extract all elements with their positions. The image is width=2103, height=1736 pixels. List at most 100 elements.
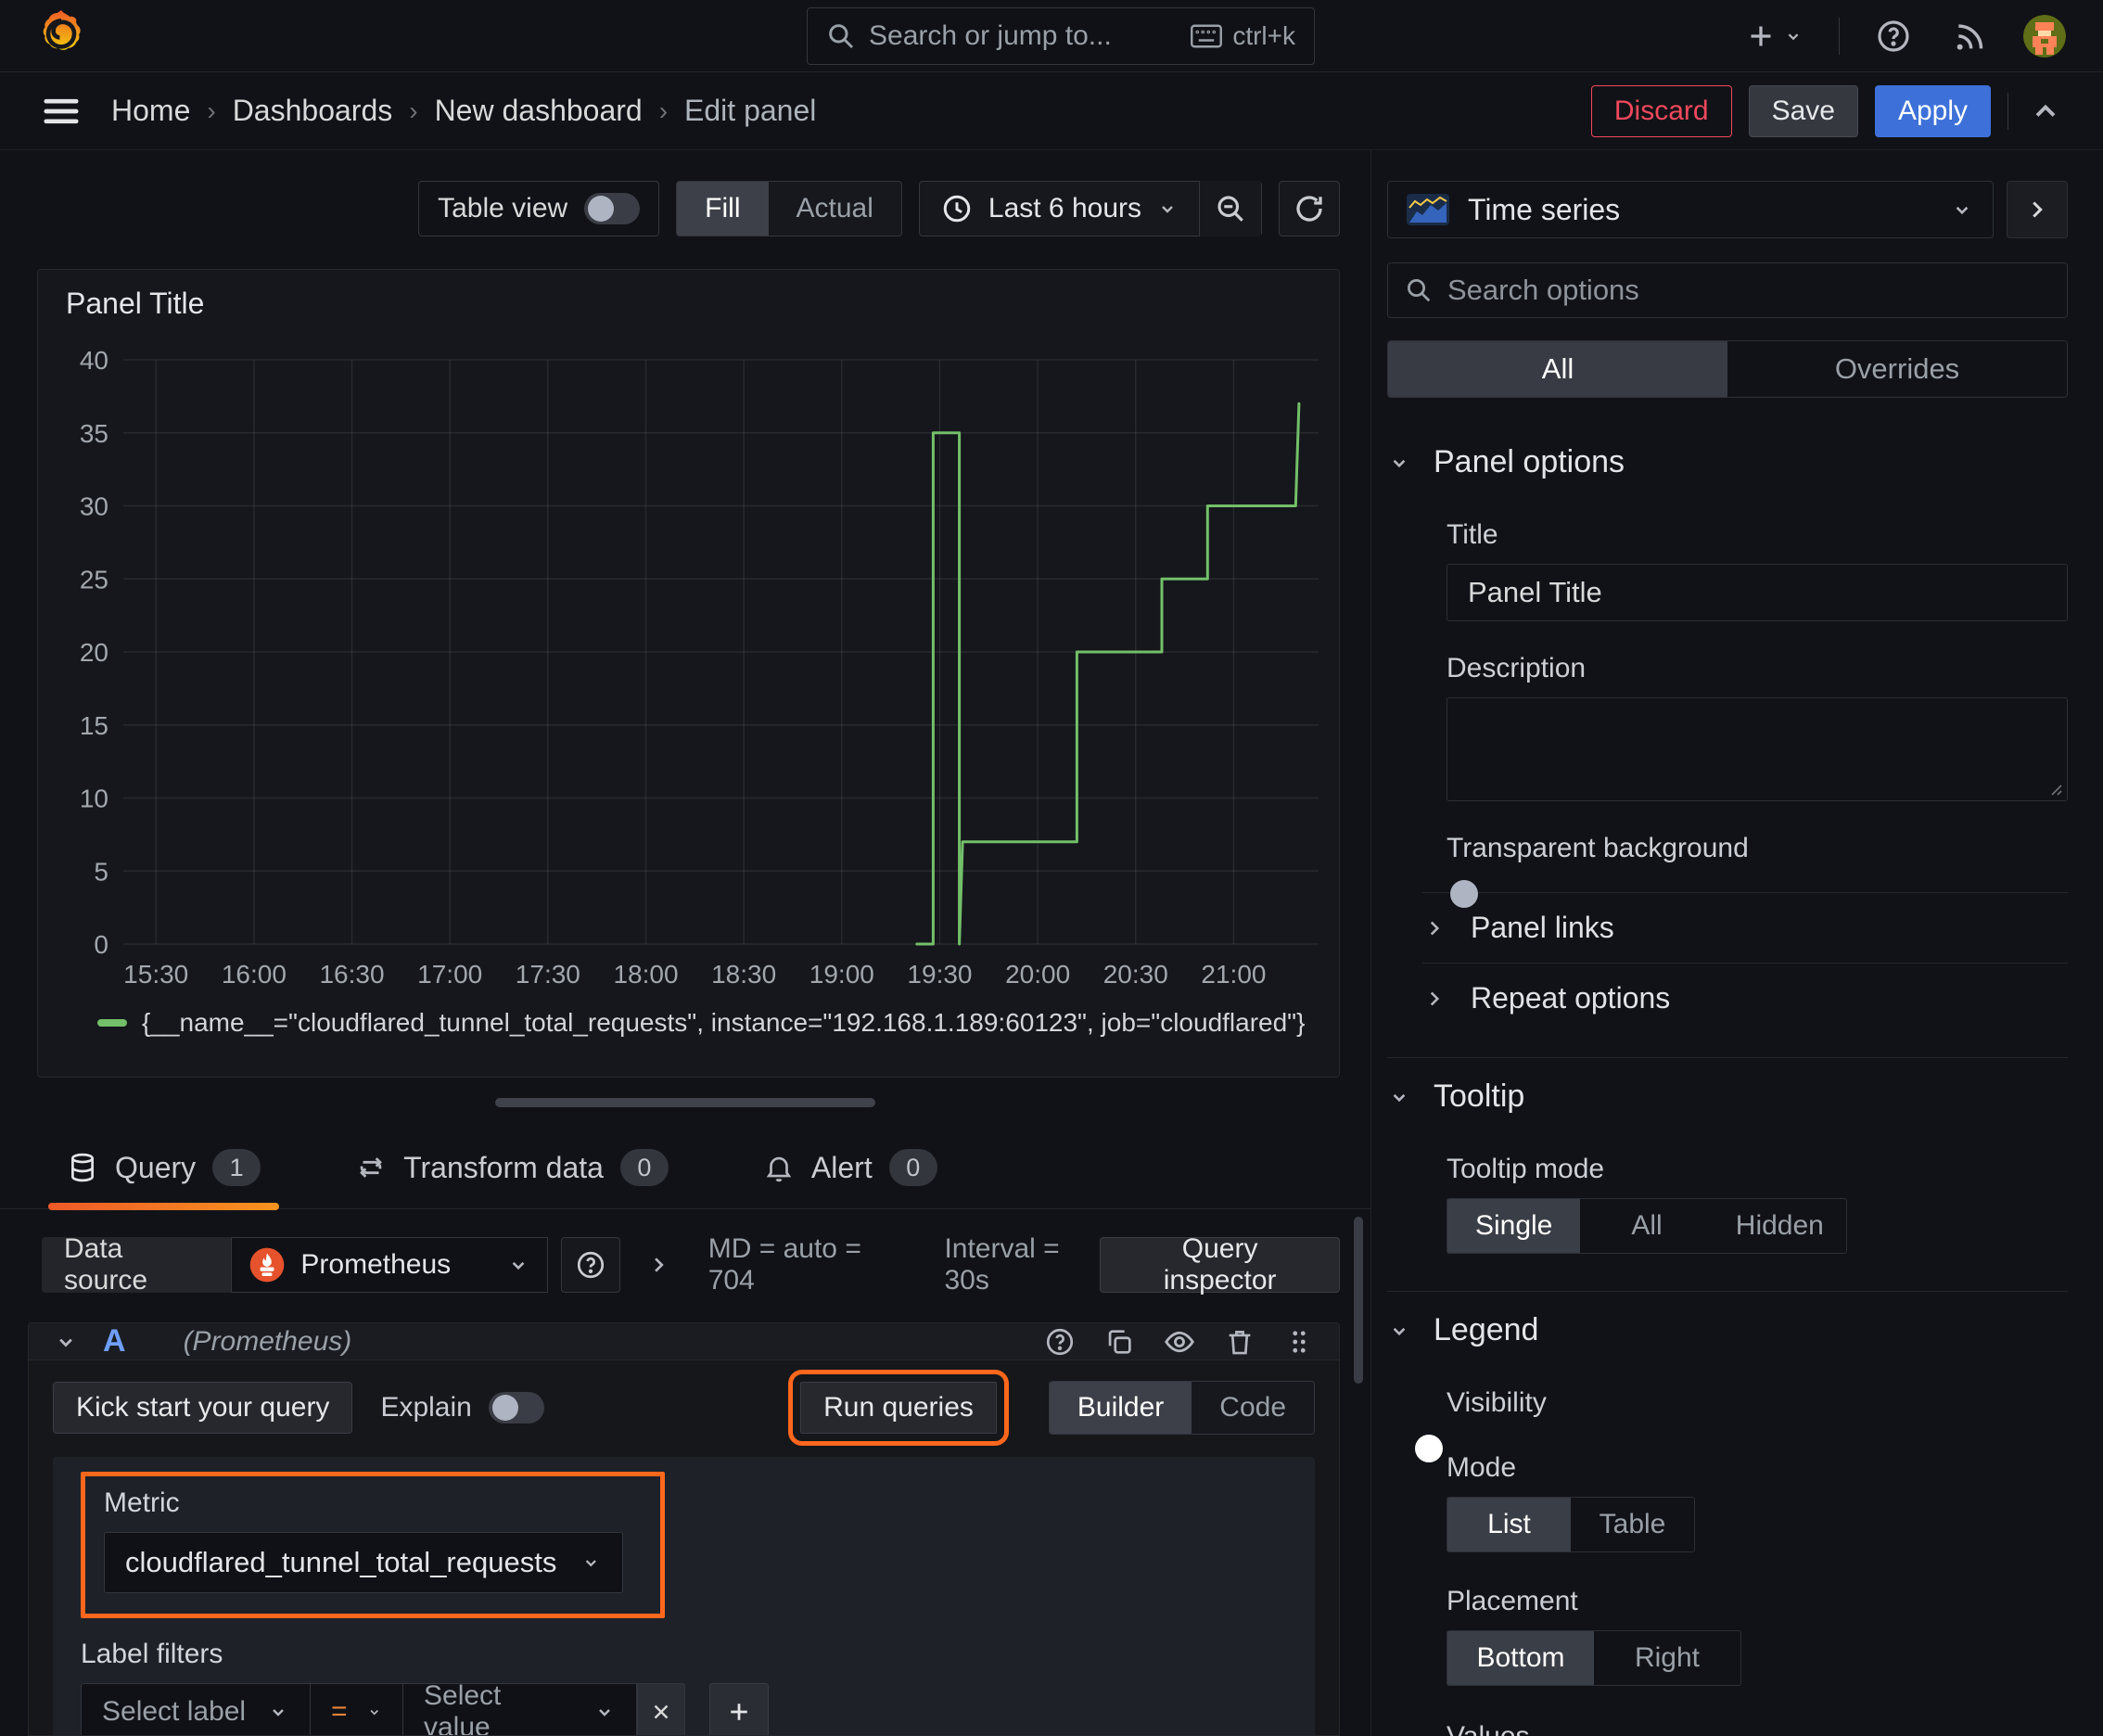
select-value-dropdown[interactable]: Select value: [403, 1680, 637, 1735]
tab-overrides[interactable]: Overrides: [1727, 341, 2067, 397]
query-inspector-button[interactable]: Query inspector: [1100, 1233, 1340, 1296]
datasource-picker[interactable]: Prometheus: [231, 1237, 548, 1293]
hide-query-button[interactable]: [1163, 1325, 1196, 1359]
svg-text:20: 20: [80, 638, 108, 667]
transform-count-badge: 0: [619, 1149, 669, 1186]
datasource-help-button[interactable]: [560, 1237, 620, 1293]
search-icon: [1408, 279, 1431, 302]
query-count-badge: 1: [212, 1149, 261, 1186]
drag-query-handle[interactable]: [1283, 1326, 1315, 1358]
builder-code-switch: Builder Code: [1048, 1381, 1315, 1435]
transparent-bg-label: Transparent background: [1447, 833, 1749, 863]
svg-text:19:00: 19:00: [809, 960, 874, 989]
table-view-label: Table view: [438, 193, 568, 223]
select-label-dropdown[interactable]: Select label: [81, 1683, 311, 1735]
collapse-options-button[interactable]: [2007, 181, 2068, 238]
new-dropdown-button[interactable]: [1740, 16, 1807, 57]
datasource-row: Data source Prometheus MD = auto = 704 I…: [42, 1233, 1340, 1296]
left-scrollbar-thumb[interactable]: [1354, 1217, 1363, 1384]
apply-button[interactable]: Apply: [1874, 84, 1991, 137]
svg-text:17:30: 17:30: [516, 960, 580, 989]
time-series-chart: 0 5 10 15 20 25 30 35 40 15:30 16:00 16:30 17:00 17:3…: [60, 321, 1319, 1077]
trash-icon: [1229, 1330, 1251, 1354]
prometheus-icon: [250, 1247, 285, 1283]
breadcrumb-dashboards[interactable]: Dashboards: [233, 94, 393, 128]
remove-filter-button[interactable]: [637, 1683, 685, 1735]
options-search-input[interactable]: [1447, 274, 2050, 307]
menu-toggle-button[interactable]: [37, 91, 85, 132]
table-view-toggle[interactable]: [584, 193, 641, 224]
label-filters-label: Label filters: [81, 1639, 223, 1669]
query-help-button[interactable]: [1044, 1326, 1076, 1358]
chart-canvas: 0 5 10 15 20 25 30 35 40 15:30 16:00 16:30 17:00 17:3…: [80, 346, 1319, 989]
code-option[interactable]: Code: [1192, 1382, 1314, 1434]
repeat-options-row[interactable]: Repeat options: [1422, 963, 2068, 1033]
run-queries-button[interactable]: Run queries: [788, 1370, 1009, 1446]
chevron-up-icon: [2035, 104, 2056, 117]
chevron-down-icon: [1162, 206, 1173, 213]
tooltip-mode-label: Tooltip mode: [1447, 1154, 1605, 1184]
legend-series-label[interactable]: {__name__="cloudflared_tunnel_total_requ…: [142, 1008, 1305, 1038]
mode-table-option[interactable]: Table: [1571, 1498, 1694, 1551]
refresh-button[interactable]: [1279, 181, 1340, 236]
svg-text:17:00: 17:00: [417, 960, 482, 989]
tab-all[interactable]: All: [1388, 341, 1727, 397]
breadcrumb-new-dashboard[interactable]: New dashboard: [435, 94, 643, 128]
builder-option[interactable]: Builder: [1049, 1382, 1192, 1434]
help-button[interactable]: [1871, 14, 1916, 58]
tooltip-mode-switch: Single All Hidden: [1447, 1198, 1847, 1254]
global-search-input[interactable]: Search or jump to... ctrl+k: [807, 6, 1315, 65]
svg-text:19:30: 19:30: [907, 960, 972, 989]
visualization-picker[interactable]: Time series: [1387, 181, 1994, 238]
metric-select[interactable]: cloudflared_tunnel_total_requests: [104, 1532, 623, 1593]
tooltip-hidden-option[interactable]: Hidden: [1714, 1199, 1846, 1253]
visibility-label: Visibility: [1447, 1387, 1547, 1418]
save-button[interactable]: Save: [1748, 84, 1858, 137]
news-button[interactable]: [1947, 14, 1992, 58]
query-ref-id[interactable]: A: [103, 1323, 126, 1359]
legend-header[interactable]: Legend: [1387, 1297, 2068, 1363]
tab-alert[interactable]: Alert 0: [758, 1149, 943, 1208]
tab-query[interactable]: Query 1: [47, 1149, 280, 1210]
transform-icon: [360, 1157, 383, 1178]
breadcrumb-separator: ›: [409, 96, 418, 125]
collapse-header-button[interactable]: [2025, 91, 2066, 132]
actual-option[interactable]: Actual: [769, 182, 901, 236]
rss-icon: [1956, 23, 1983, 50]
chart-panel-title: Panel Title: [66, 287, 205, 320]
svg-text:15:30: 15:30: [123, 960, 188, 989]
pane-resize-handle[interactable]: [495, 1098, 875, 1107]
options-search[interactable]: [1387, 262, 2068, 318]
grafana-logo[interactable]: [37, 7, 85, 64]
placement-right-option[interactable]: Right: [1594, 1631, 1740, 1685]
fill-option[interactable]: Fill: [677, 182, 769, 236]
placement-bottom-option[interactable]: Bottom: [1447, 1631, 1594, 1685]
query-row-header[interactable]: A (Prometheus): [29, 1323, 1339, 1360]
mode-list-option[interactable]: List: [1447, 1498, 1571, 1551]
discard-button[interactable]: Discard: [1590, 84, 1732, 137]
chevron-right-icon[interactable]: [646, 1252, 671, 1278]
tooltip-header[interactable]: Tooltip: [1387, 1064, 2068, 1130]
delete-query-button[interactable]: [1224, 1326, 1255, 1358]
user-avatar[interactable]: [2023, 14, 2066, 57]
description-textarea[interactable]: [1447, 697, 2068, 801]
operator-dropdown[interactable]: =: [311, 1683, 403, 1735]
breadcrumb-separator: ›: [207, 96, 216, 125]
zoom-out-button[interactable]: [1200, 181, 1261, 236]
time-range-picker[interactable]: Last 6 hours: [920, 192, 1199, 225]
explain-toggle[interactable]: [488, 1392, 544, 1423]
tooltip-single-option[interactable]: Single: [1447, 1199, 1581, 1253]
copy-icon: [1108, 1329, 1131, 1354]
tooltip-all-option[interactable]: All: [1580, 1199, 1713, 1253]
panel-title-input[interactable]: [1447, 564, 2068, 621]
tab-transform-data[interactable]: Transform data 0: [350, 1149, 674, 1208]
add-filter-button[interactable]: [709, 1683, 769, 1735]
explain-label: Explain: [380, 1392, 472, 1423]
panel-options-header[interactable]: Panel options: [1387, 429, 2068, 495]
panel-links-row[interactable]: Panel links: [1422, 892, 2068, 963]
kick-start-button[interactable]: Kick start your query: [53, 1382, 353, 1434]
breadcrumb-home[interactable]: Home: [111, 94, 190, 128]
query-editor-card: A (Prometheus) Kick start your query Exp…: [28, 1322, 1340, 1736]
duplicate-query-button[interactable]: [1103, 1326, 1135, 1358]
legend-section: Legend Visibility Mode List Table Placem…: [1387, 1297, 2068, 1736]
